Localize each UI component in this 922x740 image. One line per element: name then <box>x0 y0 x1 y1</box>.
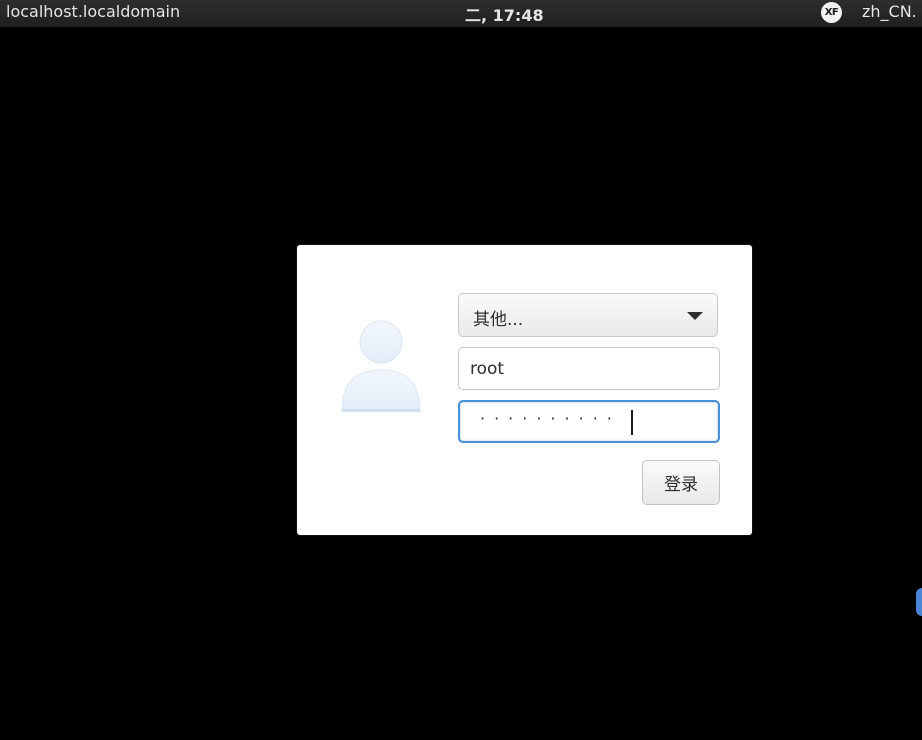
input-method-icon[interactable]: XF <box>821 2 842 23</box>
user-select-value: 其他... <box>473 310 524 330</box>
login-dialog: 其他... ·········· 登录 <box>297 245 752 535</box>
top-panel: localhost.localdomain 二, 17:48 XF zh_CN. <box>0 0 922 27</box>
text-caret <box>631 410 633 435</box>
edge-notification-indicator[interactable] <box>916 588 922 616</box>
hostname-label: localhost.localdomain <box>6 2 181 21</box>
clock-button[interactable]: 二, 17:48 <box>465 2 544 26</box>
language-indicator[interactable]: zh_CN. <box>862 2 917 21</box>
user-avatar-icon <box>341 320 421 412</box>
user-select-dropdown[interactable]: 其他... <box>458 293 718 337</box>
password-input[interactable]: ·········· <box>458 400 720 443</box>
dropdown-arrow-icon <box>687 312 703 320</box>
username-input[interactable] <box>458 347 720 390</box>
password-masked-value: ·········· <box>480 409 621 428</box>
login-button[interactable]: 登录 <box>642 460 720 505</box>
